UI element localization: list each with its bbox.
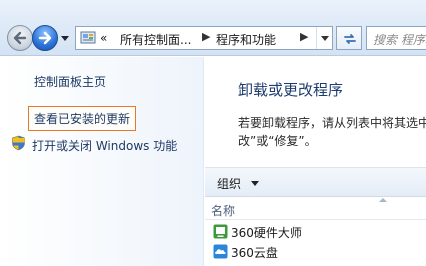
description-text: 若要卸载程序，请从列表中将其选中 [238,116,426,130]
address-overflow-chevron[interactable]: « [100,31,107,45]
recent-pages-dropdown[interactable] [61,36,69,41]
refresh-button[interactable] [336,26,362,50]
command-bar: 组织 [205,167,426,197]
breadcrumb-all-control-panel[interactable]: 所有控制面... [120,31,191,48]
turn-windows-features-link[interactable]: 打开或关闭 Windows 功能 [32,137,177,154]
back-button[interactable] [7,25,33,51]
address-dropdown[interactable] [316,27,332,49]
back-arrow-icon [13,31,27,45]
sort-indicator-icon [379,198,387,202]
address-bar-region: « 所有控制面... ▶ 程序和功能 ▶ 搜索 程序和 [0,0,426,56]
column-header-row: 名称 [205,198,426,220]
cloud-disk-icon [213,244,228,259]
forward-button[interactable] [32,25,58,51]
view-installed-updates-link[interactable]: 查看已安装的更新 [28,106,137,131]
breadcrumb-programs-features[interactable]: 程序和功能 [216,31,276,48]
page-title: 卸载或更改程序 [238,81,344,99]
search-placeholder: 搜索 程序和 [373,33,426,47]
hardware-master-icon [213,224,228,239]
organize-button[interactable]: 组织 [217,175,241,192]
programs-content: 卸载或更改程序 若要卸载程序，请从列表中将其选中 改”或“修复”。 组织 名称 … [205,57,426,266]
breadcrumb-separator[interactable]: ▶ [202,30,210,43]
uac-shield-icon [12,135,25,151]
control-panel-icon [80,31,96,44]
breadcrumb-separator[interactable]: ▶ [300,30,308,43]
program-name: 360云盘 [231,246,278,260]
program-name: 360硬件大师 [231,226,302,240]
tasks-pane: 控制面板主页 查看已安装的更新 打开或关闭 Windows 功能 [0,57,204,266]
forward-arrow-icon [38,31,52,45]
address-field[interactable]: « 所有控制面... ▶ 程序和功能 ▶ [75,26,333,50]
description-text-line2: 改”或“修复”。 [238,134,317,148]
column-header-name[interactable]: 名称 [211,202,235,219]
control-panel-home-link[interactable]: 控制面板主页 [34,73,106,90]
search-input[interactable]: 搜索 程序和 [366,26,426,50]
chevron-down-icon[interactable] [251,181,259,186]
refresh-icon [344,34,356,44]
